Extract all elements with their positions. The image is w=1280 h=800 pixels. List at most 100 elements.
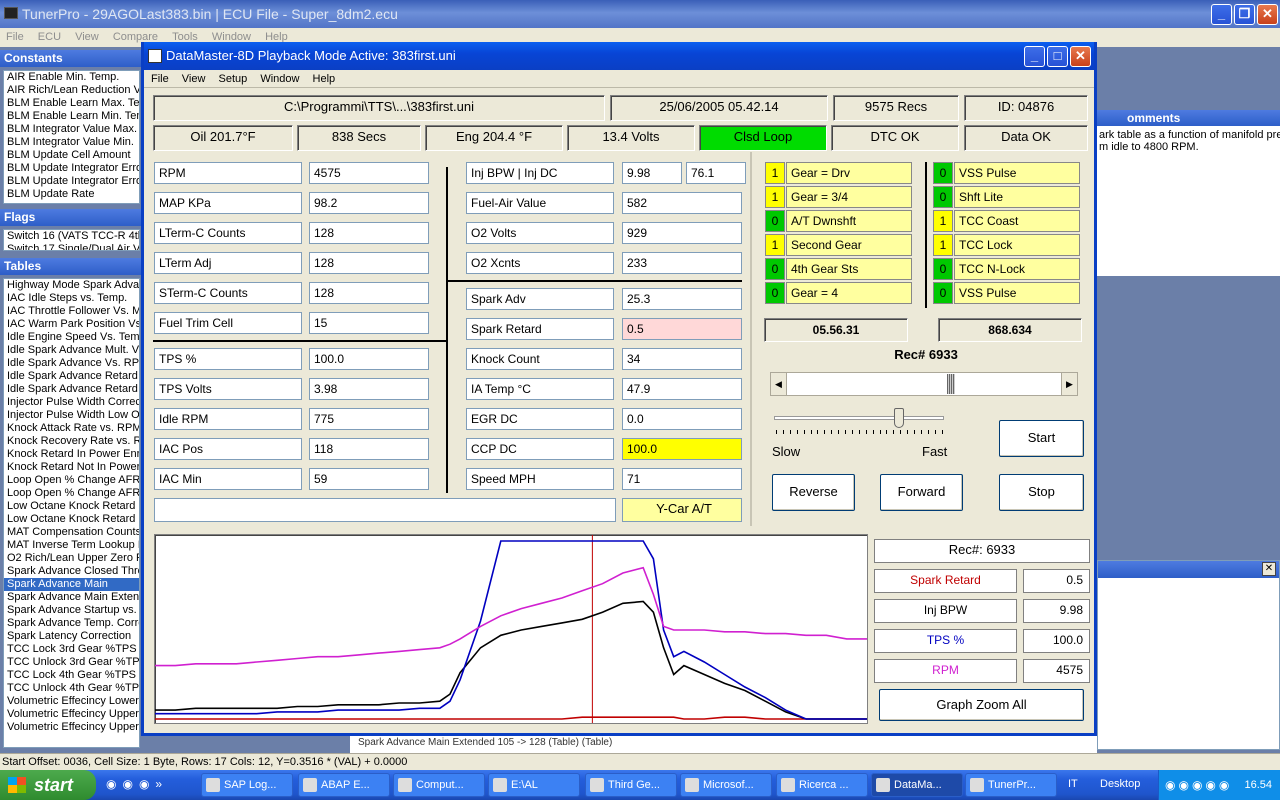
list-item[interactable]: Knock Retard In Power Enric	[7, 448, 139, 461]
tray-icons[interactable]: ◉◉◉◉◉	[1165, 770, 1232, 800]
close-button[interactable]: ✕	[1257, 4, 1278, 25]
list-item[interactable]: Loop Open % Change AFR V	[7, 474, 139, 487]
menu-view[interactable]: View	[75, 31, 99, 43]
scroll-right-arrow-icon[interactable]: ▶	[1061, 373, 1077, 395]
scroll-left-arrow-icon[interactable]: ◀	[771, 373, 787, 395]
list-item[interactable]: Idle Spark Advance Retard V	[7, 370, 139, 383]
speed-slider-thumb[interactable]	[894, 408, 904, 428]
list-item[interactable]: AIR Rich/Lean Reduction Vo	[7, 84, 139, 97]
quick-launch-icons[interactable]: ◉◉◉»	[106, 777, 196, 793]
list-item[interactable]: Switch 17 Single/Dual Air Vo	[7, 243, 139, 250]
forward-button[interactable]: Forward	[880, 474, 963, 511]
list-item[interactable]: Idle Spark Advance Mult. Vs	[7, 344, 139, 357]
dm-close-button[interactable]: ✕	[1070, 46, 1091, 67]
desktop-toolbar[interactable]: Desktop	[1100, 778, 1140, 790]
taskbar-item[interactable]: SAP Log...	[201, 773, 293, 797]
notes-field[interactable]	[154, 498, 616, 522]
language-indicator[interactable]: IT	[1068, 778, 1078, 790]
constants-list[interactable]: AIR Enable Min. Temp. AIR Rich/Lean Reduc…	[3, 70, 140, 204]
param-value: 71	[622, 468, 742, 490]
list-item[interactable]: Volumetric Effecincy Upper T	[7, 708, 139, 721]
list-item[interactable]: Spark Advance Temp. Corre	[7, 617, 139, 630]
slider-tick	[817, 430, 819, 434]
list-item[interactable]: Volumetric Effecincy Lower T	[7, 695, 139, 708]
dm-minimize-button[interactable]: _	[1024, 46, 1045, 67]
param-value: 118	[309, 438, 429, 460]
list-item[interactable]: TCC Lock 4th Gear %TPS Vs	[7, 669, 139, 682]
playback-scrollbar[interactable]: ◀ ▶	[770, 372, 1078, 396]
list-item[interactable]: Low Octane Knock Retard M	[7, 500, 139, 513]
taskbar-item-icon	[398, 778, 412, 792]
menu-ecu[interactable]: ECU	[38, 31, 61, 43]
dm-menu-file[interactable]: File	[151, 73, 169, 85]
list-item[interactable]: IAC Warm Park Position Vs.	[7, 318, 139, 331]
dm-menu-setup[interactable]: Setup	[219, 73, 248, 85]
list-item[interactable]: Knock Recovery Rate vs. R	[7, 435, 139, 448]
taskbar-item[interactable]: ABAP E...	[298, 773, 390, 797]
list-item[interactable]: BLM Integrator Value Min.	[7, 136, 139, 149]
list-item[interactable]: Highway Mode Spark Advan	[7, 279, 139, 292]
taskbar-item[interactable]: Third Ge...	[585, 773, 677, 797]
flag-label: 4th Gear Sts	[786, 258, 912, 280]
graph-zoom-all-button[interactable]: Graph Zoom All	[879, 689, 1084, 721]
reverse-button[interactable]: Reverse	[772, 474, 855, 511]
list-item[interactable]: Idle Engine Speed Vs. Temp	[7, 331, 139, 344]
flag-state-indicator: 0	[933, 282, 953, 304]
speed-slider-track[interactable]	[774, 416, 944, 420]
dm-menu-view[interactable]: View	[182, 73, 206, 85]
taskbar-item[interactable]: E:\AL	[488, 773, 580, 797]
restore-button[interactable]: ❐	[1234, 4, 1255, 25]
list-item[interactable]: TCC Unlock 3rd Gear %TPS	[7, 656, 139, 669]
list-item[interactable]: Low Octane Knock Retard M	[7, 513, 139, 526]
list-item[interactable]: Idle Spark Advance Vs. RPM	[7, 357, 139, 370]
list-item[interactable]: Injector Pulse Width Correct	[7, 396, 139, 409]
close-icon[interactable]: ✕	[1262, 562, 1276, 576]
list-item[interactable]: Spark Advance Main	[4, 578, 139, 591]
flags-list[interactable]: Switch 16 (VATS TCC-R 4th Switch 17 Singl…	[3, 229, 140, 251]
list-item[interactable]: BLM Enable Learn Min. Temp	[7, 110, 139, 123]
taskbar-item[interactable]: Ricerca ...	[776, 773, 868, 797]
start-button[interactable]: Start	[999, 420, 1084, 457]
dm-maximize-button[interactable]: □	[1047, 46, 1068, 67]
list-item[interactable]: TCC Unlock 4th Gear %TPS	[7, 682, 139, 695]
list-item[interactable]: Knock Retard Not In Power	[7, 461, 139, 474]
list-item[interactable]: Spark Advance Startup vs. T	[7, 604, 139, 617]
list-item[interactable]: BLM Enable Learn Max. Tem	[7, 97, 139, 110]
list-item[interactable]: Knock Attack Rate vs. RPM	[7, 422, 139, 435]
start-button-taskbar[interactable]: start	[0, 770, 96, 800]
taskbar-item[interactable]: TunerPr...	[965, 773, 1057, 797]
list-item[interactable]: TCC Lock 3rd Gear %TPS Vs	[7, 643, 139, 656]
list-item[interactable]: IAC Idle Steps vs. Temp.	[7, 292, 139, 305]
taskbar-item[interactable]: Microsof...	[680, 773, 772, 797]
list-item[interactable]: Spark Advance Main Extend	[7, 591, 139, 604]
menu-file[interactable]: File	[6, 31, 24, 43]
list-item[interactable]: MAT Inverse Term Lookup D	[7, 539, 139, 552]
taskbar-item[interactable]: Comput...	[393, 773, 485, 797]
list-item[interactable]: BLM Update Integrator Erro	[7, 162, 139, 175]
list-item[interactable]: BLM Integrator Value Max.	[7, 123, 139, 136]
list-item[interactable]: Spark Latency Correction	[7, 630, 139, 643]
list-item[interactable]: BLM Update Rate	[7, 188, 139, 201]
list-item[interactable]: MAT Compensation Counts	[7, 526, 139, 539]
list-item[interactable]: O2 Rich/Lean Upper Zero Re	[7, 552, 139, 565]
dm-menu-window[interactable]: Window	[260, 73, 299, 85]
car-type-display: Y-Car A/T	[622, 498, 742, 522]
list-item[interactable]: Loop Open % Change AFR V	[7, 487, 139, 500]
list-item[interactable]: AIR Enable Min. Temp.	[7, 71, 139, 84]
minimize-button[interactable]: _	[1211, 4, 1232, 25]
list-item[interactable]: Volumetric Effecincy Upper T	[7, 721, 139, 734]
list-item[interactable]: Spark Advance Closed Thro	[7, 565, 139, 578]
list-item[interactable]: IAC Throttle Follower Vs. MF	[7, 305, 139, 318]
stop-button[interactable]: Stop	[999, 474, 1084, 511]
taskbar-item[interactable]: DataMa...	[871, 773, 963, 797]
list-item[interactable]: BLM Update Integrator Erro	[7, 175, 139, 188]
list-item[interactable]: Injector Pulse Width Low Of	[7, 409, 139, 422]
tables-list[interactable]: Highway Mode Spark Advan IAC Idle Steps v…	[3, 278, 140, 748]
data-graph[interactable]	[154, 534, 868, 724]
list-item[interactable]: Idle Spark Advance Retard V	[7, 383, 139, 396]
scroll-thumb[interactable]	[946, 374, 955, 394]
dm-menu-help[interactable]: Help	[313, 73, 336, 85]
list-item[interactable]: BLM Update Cell Amount	[7, 149, 139, 162]
list-item[interactable]: Switch 16 (VATS TCC-R 4th	[7, 230, 139, 243]
table-row[interactable]: Spark Advance Main Extended 105 -> 128 (…	[350, 735, 1097, 753]
